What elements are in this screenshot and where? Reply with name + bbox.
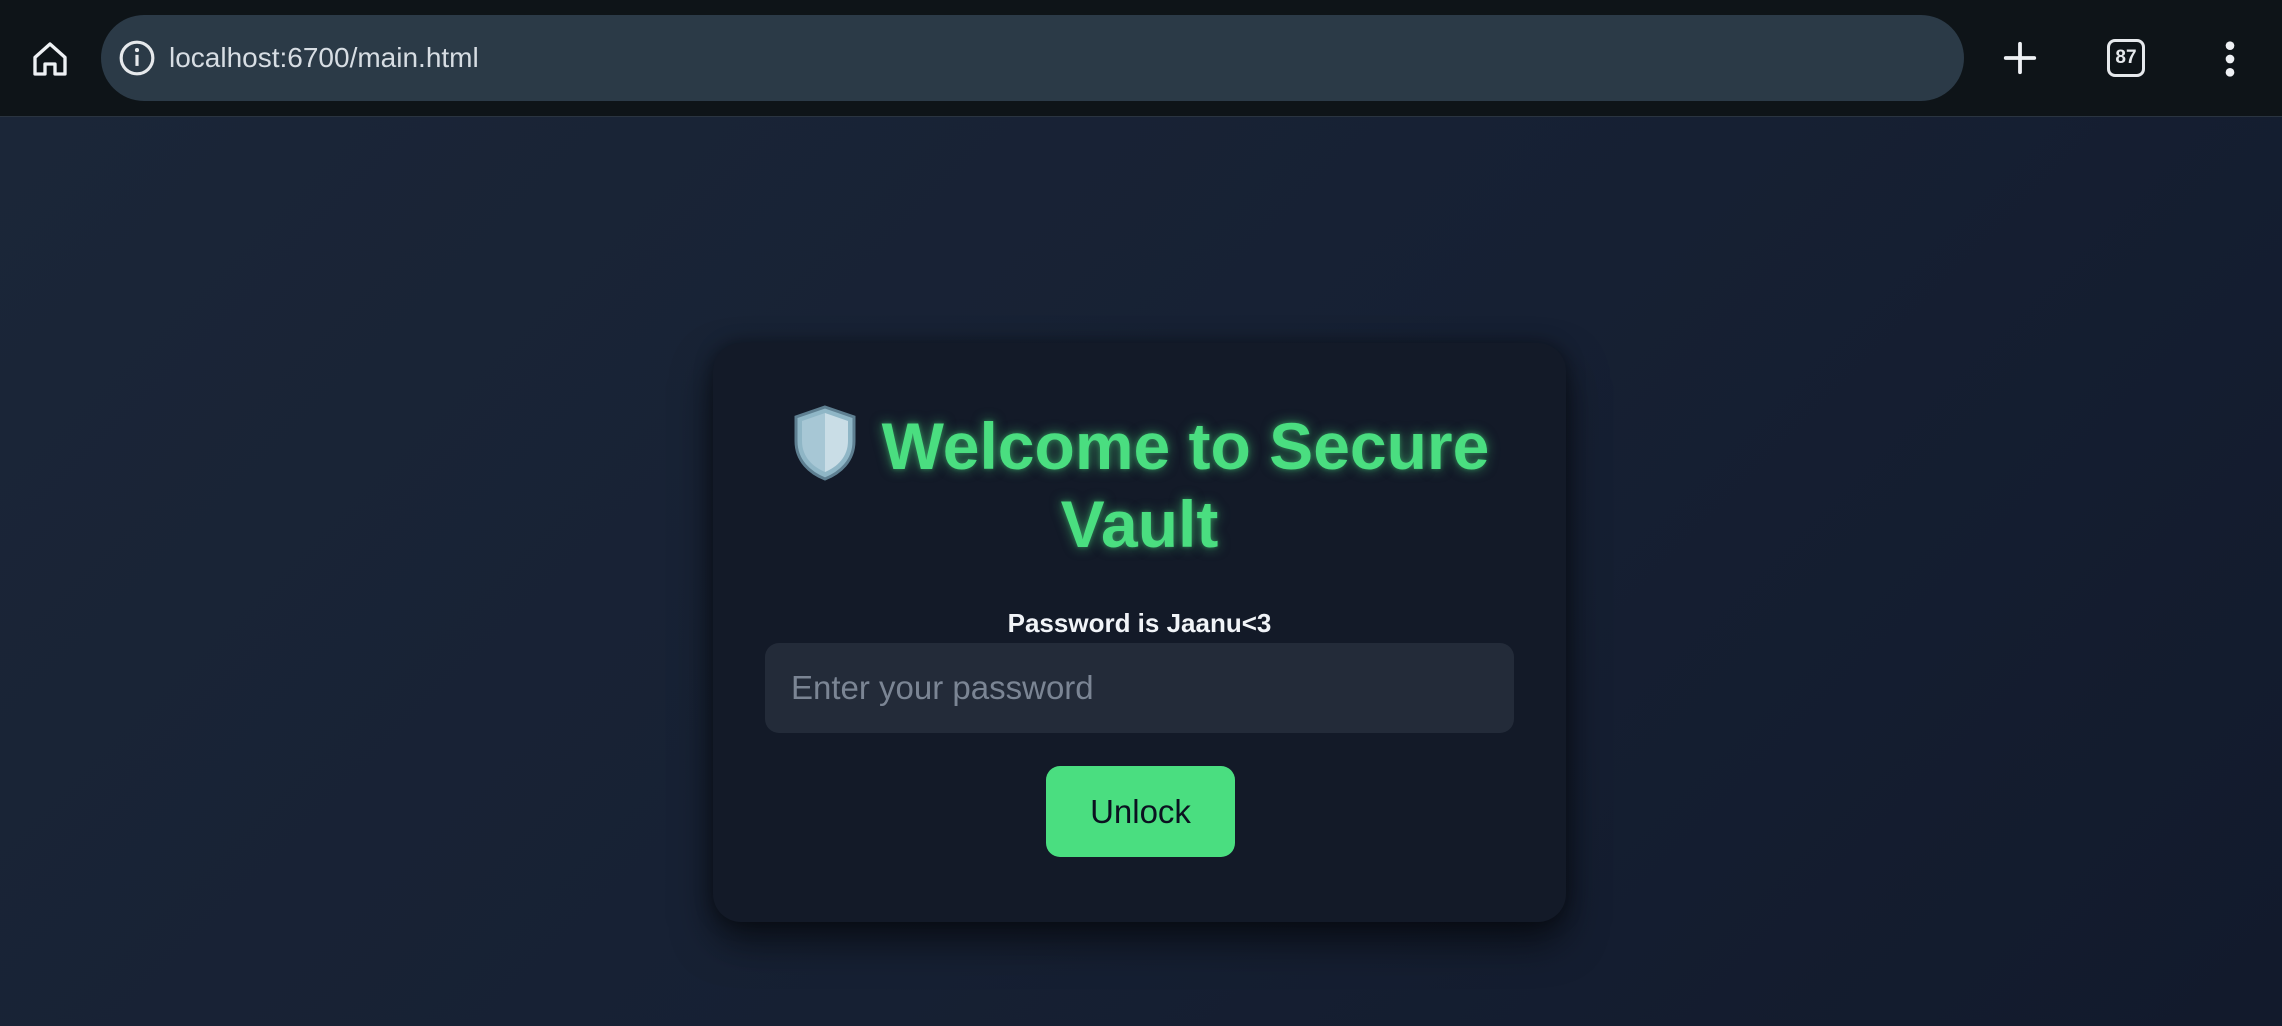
password-hint: Password is Jaanu<3	[1007, 608, 1272, 638]
info-icon[interactable]	[117, 38, 157, 78]
home-button[interactable]	[24, 34, 76, 84]
shield-icon	[790, 403, 860, 483]
tab-switcher-button[interactable]: 87	[2107, 39, 2145, 77]
address-bar[interactable]: localhost:6700/main.html	[101, 15, 1964, 101]
plus-icon	[2003, 41, 2037, 75]
page-title: Welcome to Secure Vault	[713, 403, 1566, 563]
unlock-button[interactable]: Unlock	[1046, 766, 1235, 857]
browser-toolbar: localhost:6700/main.html 87	[0, 0, 2282, 117]
home-icon	[33, 42, 67, 76]
new-tab-button[interactable]	[2000, 32, 2040, 84]
more-vert-icon	[2225, 41, 2235, 77]
password-input[interactable]	[765, 643, 1514, 733]
page-content: Welcome to Secure Vault Password is Jaan…	[0, 117, 2282, 1026]
tab-count: 87	[2115, 47, 2137, 68]
vault-card: Welcome to Secure Vault Password is Jaan…	[713, 343, 1566, 922]
title-text: Welcome to Secure Vault	[881, 409, 1490, 561]
url-text[interactable]: localhost:6700/main.html	[169, 42, 479, 74]
more-vert-button[interactable]	[2213, 34, 2247, 84]
